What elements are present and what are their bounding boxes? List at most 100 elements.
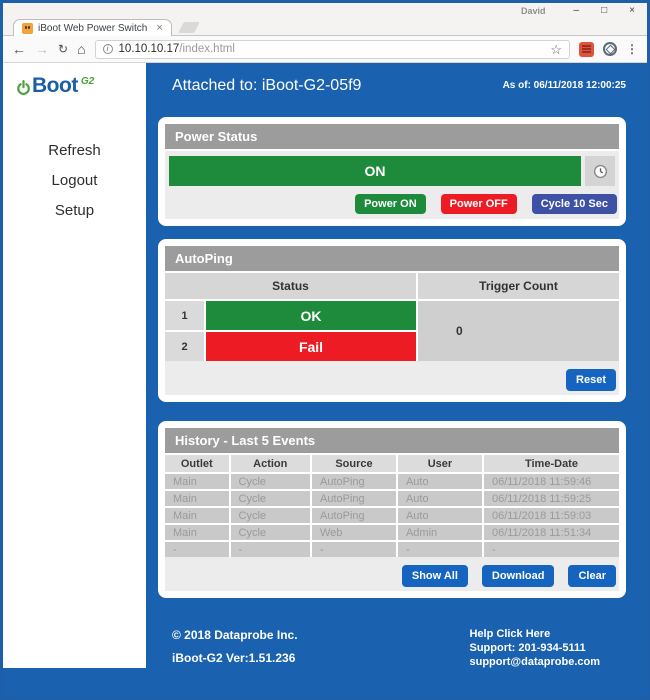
autoping-panel: AutoPing Status Trigger Count 1 OK 0 2 F… [158,239,626,402]
browser-menu-icon[interactable]: ⋮ [626,43,638,55]
history-cell: Main [165,474,229,489]
autoping-status-ok-bar: OK [206,301,416,330]
page-footer: © 2018 Dataprobe Inc. iBoot-G2 Ver:1.51.… [158,598,626,669]
history-cell: 06/11/2018 11:59:25 [484,491,619,506]
clear-button[interactable]: Clear [568,565,616,587]
main-area: Attached to: iBoot-G2-05f9 As of: 06/11/… [146,63,647,697]
outlet-favicon-icon [22,23,33,34]
autoping-row-index: 1 [165,301,204,330]
history-cell: Cycle [231,474,310,489]
power-status-body: ON Power ON Power OFF Cycle 10 Sec [165,151,619,219]
history-cell: AutoPing [312,491,396,506]
history-cell: - [398,542,482,557]
history-cell: Web [312,525,396,540]
autoping-trigger-header: Trigger Count [418,273,619,299]
page-header: Attached to: iBoot-G2-05f9 As of: 06/11/… [158,77,626,95]
history-col-action: Action [231,455,310,472]
history-footer: Show All Download Clear [165,557,619,591]
support-phone: Support: 201-934-5111 [469,642,600,656]
history-col-timedate: Time-Date [484,455,619,472]
autoping-trigger-count: 0 [418,301,619,361]
sidebar-item-setup[interactable]: Setup [55,202,94,219]
page-content: Boot G2 Refresh Logout Setup Attached to… [3,63,647,697]
autoping-status-fail-bar: Fail [206,332,416,361]
profile-name[interactable]: David [521,6,546,16]
as-of-timestamp: As of: 06/11/2018 12:00:25 [503,80,626,95]
reload-icon[interactable]: ↻ [58,43,68,55]
forward-icon[interactable]: → [35,42,49,56]
history-cell: - [312,542,396,557]
history-cell: Cycle [231,491,310,506]
browser-toolbar: ← → ↻ ⌂ i 10.10.10.17/index.html ☆ ⋮ [3,36,647,63]
history-cell: Auto [398,491,482,506]
footer-left: © 2018 Dataprobe Inc. iBoot-G2 Ver:1.51.… [172,628,298,669]
history-cell: Auto [398,508,482,523]
history-cell: AutoPing [312,474,396,489]
history-cell: 06/11/2018 11:59:03 [484,508,619,523]
url-text[interactable]: 10.10.10.17/index.html [119,43,235,55]
copyright-text: © 2018 Dataprobe Inc. [172,628,298,642]
bookmark-star-icon[interactable]: ☆ [550,43,562,56]
back-icon[interactable]: ← [12,42,26,56]
history-cell: 06/11/2018 11:59:46 [484,474,619,489]
help-link[interactable]: Help Click Here [469,628,600,642]
history-table: Outlet Action Source User Time-Date Main… [165,455,619,557]
show-all-button[interactable]: Show All [402,565,468,587]
reset-button[interactable]: Reset [566,369,616,391]
footer-right: Help Click Here Support: 201-934-5111 su… [469,628,600,669]
address-bar[interactable]: i 10.10.10.17/index.html ☆ [95,40,570,59]
home-icon[interactable]: ⌂ [77,42,85,56]
power-status-title: Power Status [165,124,619,149]
extension-circle-icon[interactable] [603,42,617,56]
history-col-user: User [398,455,482,472]
power-status-panel: Power Status ON Power ON [158,117,626,226]
history-col-outlet: Outlet [165,455,229,472]
tab-strip: iBoot Web Power Switch × [3,18,647,36]
browser-window: David – □ × iBoot Web Power Switch × ← →… [0,0,650,700]
autoping-table: Status Trigger Count 1 OK 0 2 Fail [165,273,619,361]
history-body: Outlet Action Source User Time-Date Main… [165,455,619,591]
history-cell: Admin [398,525,482,540]
history-cell: AutoPing [312,508,396,523]
sidebar-nav: Refresh Logout Setup [3,142,146,219]
tab-title: iBoot Web Power Switch [38,23,147,34]
tab-close-icon[interactable]: × [156,23,162,34]
history-cell: - [231,542,310,557]
history-cell: Main [165,525,229,540]
history-cell: Cycle [231,508,310,523]
history-panel: History - Last 5 Events Outlet Action So… [158,421,626,598]
support-email: support@dataprobe.com [469,656,600,670]
tab-iboot[interactable]: iBoot Web Power Switch × [13,19,172,36]
clock-icon [593,164,608,179]
logo-g2: G2 [81,76,94,87]
history-cell: - [484,542,619,557]
power-symbol-icon [16,79,31,96]
sidebar-item-refresh[interactable]: Refresh [48,142,101,159]
autoping-title: AutoPing [165,246,619,271]
history-cell: - [165,542,229,557]
history-cell: Main [165,508,229,523]
sidebar-item-logout[interactable]: Logout [52,172,98,189]
download-button[interactable]: Download [482,565,555,587]
history-cell: 06/11/2018 11:51:34 [484,525,619,540]
power-buttons-row: Power ON Power OFF Cycle 10 Sec [165,188,619,219]
power-state-row: ON [165,151,619,188]
page-info-icon[interactable]: i [103,44,113,54]
extension-red-icon[interactable] [579,42,594,57]
autoping-row-index: 2 [165,332,204,361]
power-on-button[interactable]: Power ON [355,194,426,214]
minimize-icon[interactable]: – [574,6,580,16]
new-tab-button[interactable] [178,22,200,33]
sidebar: Boot G2 Refresh Logout Setup [3,63,146,668]
history-title: History - Last 5 Events [165,428,619,453]
history-cell: Auto [398,474,482,489]
power-off-button[interactable]: Power OFF [441,194,517,214]
timer-clock-button[interactable] [585,156,615,186]
logo-text: Boot [32,75,78,96]
history-col-source: Source [312,455,396,472]
cycle-button[interactable]: Cycle 10 Sec [532,194,617,214]
close-icon[interactable]: × [629,6,635,16]
window-titlebar: David – □ × [3,3,647,18]
maximize-icon[interactable]: □ [601,6,607,16]
power-state-bar: ON [169,156,581,186]
